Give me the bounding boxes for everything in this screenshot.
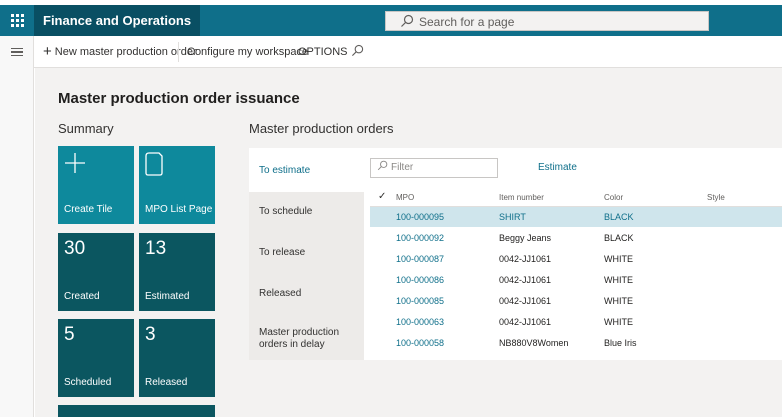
mpo-list-page-tile[interactable]: MPO List Page (139, 146, 215, 224)
tab-orders-in-delay[interactable]: Master production orders in delay (249, 315, 364, 360)
tile-count: 3 (145, 324, 156, 345)
orders-tab-list: To estimate To schedule To release Relea… (249, 148, 364, 360)
scheduled-tile[interactable]: 5 Scheduled (58, 319, 134, 397)
color-cell: WHITE (604, 275, 633, 285)
page-icon (145, 152, 163, 176)
grid-filter-input[interactable]: Filter (370, 158, 498, 178)
column-header-mpo[interactable]: MPO (396, 193, 414, 202)
estimate-button[interactable]: Estimate (538, 162, 577, 173)
item-number-cell: 0042-JJ1061 (499, 254, 552, 264)
color-cell: WHITE (604, 317, 633, 327)
item-number-cell: 0042-JJ1061 (499, 296, 552, 306)
color-cell: BLACK (604, 233, 634, 243)
app-launcher-button[interactable] (0, 5, 34, 36)
app-name[interactable]: Finance and Operations (34, 5, 201, 36)
table-row[interactable]: 100-000095 SHIRT BLACK (370, 207, 782, 227)
estimated-tile[interactable]: 13 Estimated (139, 233, 215, 311)
tile-label: Create Tile (64, 204, 113, 215)
tile-label: Estimated (145, 291, 190, 302)
mpo-cell[interactable]: 100-000063 (396, 317, 444, 327)
search-icon (377, 160, 388, 171)
mpo-cell[interactable]: 100-000092 (396, 233, 444, 243)
item-number-cell: 0042-JJ1061 (499, 275, 552, 285)
tile-count: 5 (64, 324, 75, 345)
plus-icon: + (43, 43, 52, 60)
tile-label: MPO List Page (145, 204, 213, 215)
tile-label: Scheduled (64, 377, 112, 388)
tab-to-release[interactable]: To release (249, 233, 364, 274)
tab-released[interactable]: Released (249, 274, 364, 315)
mpo-cell[interactable]: 100-000085 (396, 296, 444, 306)
color-cell: WHITE (604, 296, 633, 306)
select-all-check-icon[interactable]: ✓ (378, 191, 386, 202)
tile-count: 30 (64, 238, 86, 259)
options-button[interactable]: OPTIONS (298, 36, 348, 68)
page-search-box[interactable]: Search for a page (385, 11, 709, 31)
summary-title: Summary (58, 121, 114, 136)
create-tile[interactable]: Create Tile (58, 146, 134, 224)
color-cell: BLACK (604, 212, 634, 222)
action-search-button[interactable] (351, 36, 364, 68)
tile-count: 13 (145, 238, 167, 259)
item-number-cell: NB880V8Women (499, 338, 569, 348)
new-order-label: New master production order (54, 46, 197, 58)
table-row[interactable]: 100-000087 0042-JJ1061 WHITE (370, 249, 782, 269)
hamburger-icon (10, 46, 23, 59)
left-nav-strip (0, 68, 34, 417)
table-row[interactable]: 100-000086 0042-JJ1061 WHITE (370, 270, 782, 290)
table-row[interactable]: 100-000085 0042-JJ1061 WHITE (370, 291, 782, 311)
tile-label: Created (64, 291, 100, 302)
filter-placeholder: Filter (391, 162, 414, 173)
search-icon (351, 44, 364, 57)
item-number-cell: 0042-JJ1061 (499, 317, 552, 327)
orders-section-title: Master production orders (249, 121, 394, 136)
mpo-cell[interactable]: 100-000095 (396, 212, 444, 222)
column-header-item-number[interactable]: Item number (499, 193, 544, 202)
mpo-cell[interactable]: 100-000058 (396, 338, 444, 348)
column-header-style[interactable]: Style (707, 193, 725, 202)
tile-label: Released (145, 377, 188, 388)
column-header-color[interactable]: Color (604, 193, 623, 202)
configure-workspace-button[interactable]: Configure my workspace (187, 36, 308, 68)
item-number-cell: SHIRT (499, 212, 526, 222)
mpo-cell[interactable]: 100-000086 (396, 275, 444, 285)
search-placeholder: Search for a page (419, 15, 515, 29)
plus-icon (65, 153, 85, 173)
item-number-cell: Beggy Jeans (499, 233, 552, 243)
table-row[interactable]: 100-000092 Beggy Jeans BLACK (370, 228, 782, 248)
mpo-grid-panel: Filter Estimate ✓ MPO Item number Color … (364, 148, 782, 360)
table-row[interactable]: 100-000063 0042-JJ1061 WHITE (370, 312, 782, 332)
navigation-menu-button[interactable] (0, 36, 34, 68)
page-title: Master production order issuance (58, 90, 300, 107)
color-cell: WHITE (604, 254, 633, 264)
tab-to-estimate[interactable]: To estimate (249, 148, 364, 192)
created-tile[interactable]: 30 Created (58, 233, 134, 311)
action-pane: + New master production order Configure m… (0, 36, 782, 68)
mpo-cell[interactable]: 100-000087 (396, 254, 444, 264)
table-row[interactable]: 100-000058 NB880V8Women Blue Iris (370, 333, 782, 353)
search-icon (401, 14, 414, 27)
released-tile[interactable]: 3 Released (139, 319, 215, 397)
action-separator (178, 42, 179, 62)
waffle-icon (10, 14, 24, 27)
new-master-production-order-button[interactable]: + New master production order (43, 36, 197, 68)
tab-to-schedule[interactable]: To schedule (249, 192, 364, 233)
app-header: Finance and Operations Search for a page (0, 5, 782, 36)
color-cell: Blue Iris (604, 338, 637, 348)
partially-visible-tile[interactable] (58, 405, 215, 417)
top-bar: Finance and Operations Search for a page (0, 0, 782, 36)
